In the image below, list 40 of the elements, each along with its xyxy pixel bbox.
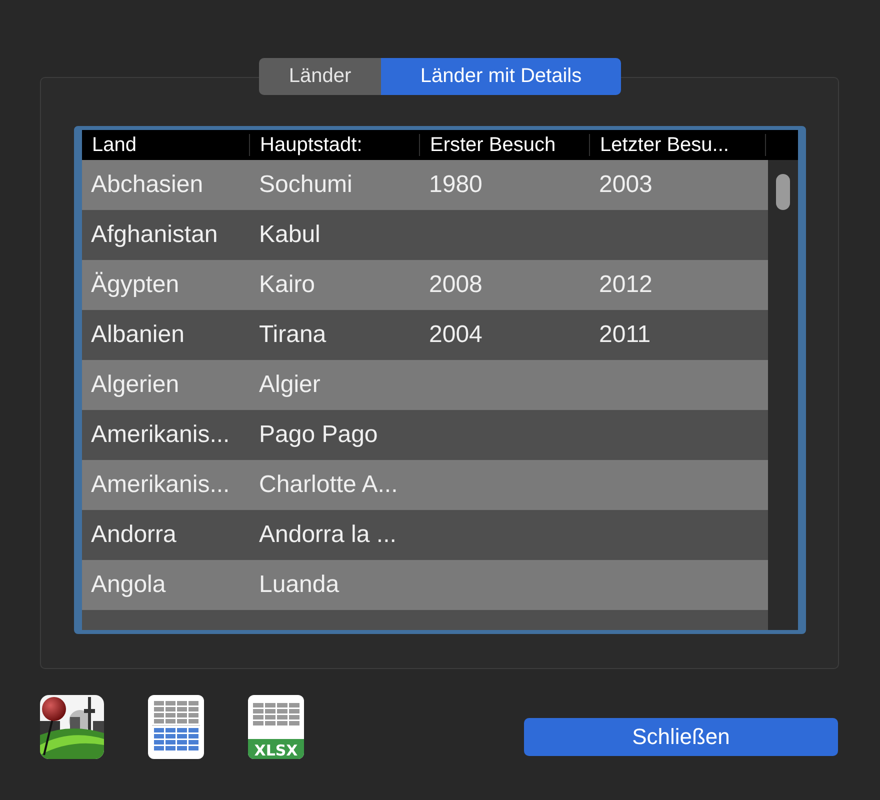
table-cell-text: Algerien xyxy=(90,371,180,399)
table-cell-text: Ägypten xyxy=(90,271,180,299)
table-cell-text: Abchasien xyxy=(90,171,204,199)
table-cell-text: Sochumi xyxy=(258,171,354,199)
column-header[interactable]: Letzter Besu... xyxy=(590,134,766,156)
column-header[interactable]: Erster Besuch xyxy=(420,134,590,156)
table-cell-text: Andorra xyxy=(90,521,178,549)
xlsx-file-icon[interactable]: XLSX xyxy=(248,695,304,759)
table-row[interactable]: Angola Luanda xyxy=(82,560,768,610)
tab[interactable]: Länder mit Details xyxy=(381,58,621,95)
table-row[interactable]: Ägypten Kairo 2008 2012 xyxy=(82,260,768,310)
column-header[interactable]: Land xyxy=(82,134,250,156)
table-cell-text: Albanien xyxy=(90,321,186,349)
spreadsheet-icon[interactable] xyxy=(148,695,204,759)
tab[interactable]: Länder xyxy=(259,58,381,95)
table-cell-text: Angola xyxy=(90,571,167,599)
table-cell-text: 2008 xyxy=(428,271,484,299)
table-row[interactable]: Abchasien Sochumi 1980 2003 xyxy=(82,160,768,210)
table-cell-text: Afghanistan xyxy=(90,221,219,249)
table-cell-text: Kairo xyxy=(258,271,316,299)
table-row[interactable]: Algerien Algier xyxy=(82,360,768,410)
table-cell-text: Kabul xyxy=(258,221,322,249)
scrollbar-thumb[interactable] xyxy=(776,174,790,210)
table-cell-text: 2012 xyxy=(598,271,654,299)
table-cell-text: Charlotte A... xyxy=(258,471,399,499)
table-row[interactable]: Amerikanis... Charlotte A... xyxy=(82,460,768,510)
table-cell-text: 1980 xyxy=(428,171,484,199)
table-cell-text: Amerikanis... xyxy=(90,421,231,449)
map-pin-city-icon[interactable] xyxy=(40,695,104,759)
table-cell-text: Andorra la ... xyxy=(258,521,398,549)
close-button[interactable]: Schließen xyxy=(524,718,838,756)
column-header[interactable]: Hauptstadt: xyxy=(250,134,420,156)
table-cell-text: Algier xyxy=(258,371,322,399)
table-cell-text: Luanda xyxy=(258,571,340,599)
table-cell-text: Amerikanis... xyxy=(90,471,231,499)
table-cell-text: 2011 xyxy=(598,321,652,349)
table-cell-text: 2003 xyxy=(598,171,654,199)
table-cell-text: 2004 xyxy=(428,321,484,349)
table-cell-text: Pago Pago xyxy=(258,421,379,449)
table-cell-text: Tirana xyxy=(258,321,328,349)
